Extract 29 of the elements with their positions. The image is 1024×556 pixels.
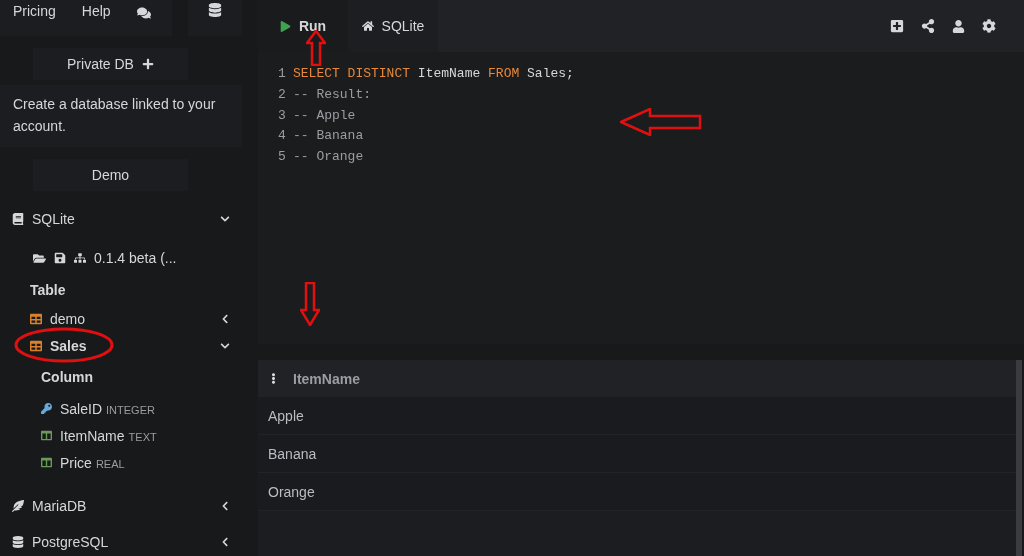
code-line: -- Banana [293, 128, 364, 146]
table-name[interactable]: demo [50, 310, 212, 327]
private-db-button[interactable]: Private DB [33, 48, 188, 80]
line-number: 2 [278, 86, 287, 104]
column-name[interactable]: Price REAL [60, 454, 230, 471]
column-header[interactable]: ItemName [293, 370, 360, 387]
line-number: 1 [278, 66, 287, 83]
column-heading: Column [41, 369, 94, 385]
code-line: -- Orange [293, 149, 364, 167]
nav-link[interactable]: Help [81, 3, 111, 19]
database-name[interactable]: PostgreSQL [32, 534, 212, 550]
line-number: 5 [278, 149, 287, 167]
code-line: SELECT DISTINCT ItemName FROM Sales; [293, 66, 574, 83]
column-name[interactable]: ItemName TEXT [60, 427, 230, 444]
demo-button[interactable]: Demo [33, 159, 188, 191]
table-name[interactable]: Sales [50, 337, 212, 354]
code-line: -- Apple [293, 107, 356, 125]
code-line: -- Result: [293, 86, 371, 104]
table-heading: Table [30, 282, 66, 298]
line-number: 4 [278, 128, 287, 146]
database-name[interactable]: SQLite [32, 211, 212, 227]
editor-tab[interactable]: SQLite [348, 0, 438, 52]
nav-link[interactable]: Pricing [13, 3, 56, 19]
description-text: Create a database linked to your account. [0, 85, 242, 147]
editor-tab[interactable]: Run [258, 0, 348, 52]
column-name[interactable]: SaleID INTEGER [60, 400, 230, 417]
database-name[interactable]: MariaDB [32, 498, 212, 514]
line-number: 3 [278, 107, 287, 125]
version-text: 0.1.4 beta (... [94, 250, 178, 266]
